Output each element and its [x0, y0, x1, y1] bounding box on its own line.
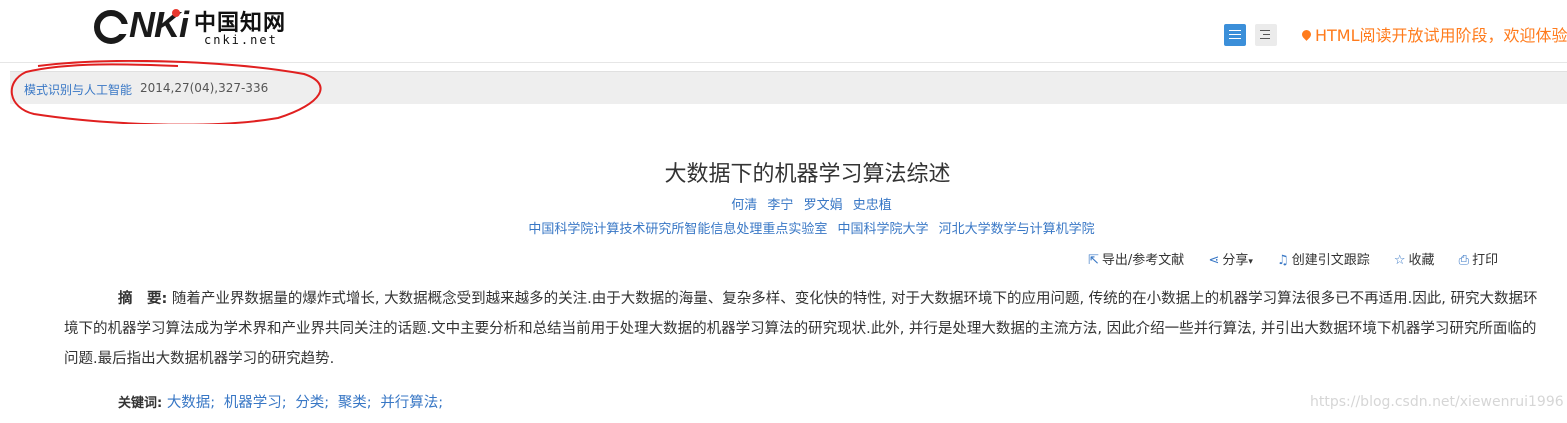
track-label: 创建引文跟踪	[1291, 253, 1370, 268]
author-link[interactable]: 李宁	[767, 198, 793, 213]
print-label: 打印	[1472, 253, 1499, 268]
outline-view-button[interactable]	[1255, 24, 1277, 46]
outline-icon	[1260, 30, 1270, 31]
share-button[interactable]: ⋖ 分享▾	[1208, 249, 1252, 268]
list-icon	[1229, 30, 1241, 31]
keyword-link[interactable]: 分类;	[295, 395, 329, 411]
print-button[interactable]: ⎙ 打印	[1459, 249, 1498, 268]
journal-link[interactable]: 模式识别与人工智能	[24, 81, 132, 98]
author-link[interactable]: 何清	[731, 198, 757, 213]
location-pin-icon	[1300, 28, 1313, 41]
export-button[interactable]: ⇱ 导出/参考文献	[1088, 249, 1184, 268]
favorite-label: 收藏	[1408, 253, 1435, 268]
logo-dot	[172, 9, 180, 17]
logo-domain: cnki.net	[204, 33, 278, 47]
trial-notice: HTML阅读开放试用阶段，欢迎体验	[1300, 25, 1567, 47]
author-link[interactable]: 史忠植	[853, 198, 892, 213]
bell-icon: ♫	[1277, 253, 1289, 268]
share-label: 分享	[1222, 253, 1249, 268]
cnki-logo[interactable]: NKi 中国知网 cnki.net	[94, 3, 304, 49]
trial-notice-text: HTML阅读开放试用阶段，欢迎体验	[1315, 26, 1567, 45]
affiliation-link[interactable]: 中国科学院大学	[837, 222, 928, 237]
affiliation-list: 中国科学院计算技术研究所智能信息处理重点实验室 中国科学院大学 河北大学数学与计…	[28, 218, 1567, 237]
affiliation-link[interactable]: 中国科学院计算技术研究所智能信息处理重点实验室	[528, 222, 827, 237]
blog-watermark: https://blog.csdn.net/xiewenrui1996	[1310, 394, 1564, 410]
keywords: 关键词: 大数据; 机器学习; 分类; 聚类; 并行算法;	[118, 391, 447, 412]
export-label: 导出/参考文献	[1101, 253, 1185, 268]
favorite-button[interactable]: ☆ 收藏	[1394, 249, 1435, 268]
list-view-button[interactable]	[1224, 24, 1246, 46]
chevron-down-icon: ▾	[1248, 257, 1253, 267]
abstract-text: 随着产业界数据量的爆炸式增长, 大数据概念受到越来越多的关注.由于大数据的海量、…	[64, 291, 1538, 367]
abstract: 摘 要: 随着产业界数据量的爆炸式增长, 大数据概念受到越来越多的关注.由于大数…	[64, 284, 1544, 374]
article-toolbar: ⇱ 导出/参考文献 ⋖ 分享▾ ♫ 创建引文跟踪 ☆ 收藏 ⎙ 打印	[1088, 249, 1518, 269]
logo-c-mark	[94, 10, 129, 45]
abstract-label: 摘 要:	[118, 291, 168, 307]
keywords-label: 关键词:	[118, 396, 163, 411]
site-header: NKi 中国知网 cnki.net HTML阅读开放试用阶段，欢迎体验	[0, 0, 1567, 63]
affiliation-link[interactable]: 河北大学数学与计算机学院	[939, 222, 1095, 237]
keyword-link[interactable]: 机器学习;	[224, 395, 287, 411]
export-icon: ⇱	[1088, 253, 1099, 268]
author-link[interactable]: 罗文娟	[804, 198, 843, 213]
keyword-link[interactable]: 聚类;	[338, 395, 372, 411]
keyword-link[interactable]: 并行算法;	[380, 395, 443, 411]
article-title: 大数据下的机器学习算法综述	[664, 162, 951, 187]
keyword-link[interactable]: 大数据;	[167, 395, 215, 411]
star-icon: ☆	[1393, 253, 1406, 268]
track-citation-button[interactable]: ♫ 创建引文跟踪	[1277, 249, 1370, 268]
journal-info-bar: 模式识别与人工智能 2014,27(04),327-336	[10, 71, 1567, 104]
author-list: 何清 李宁 罗文娟 史忠植	[28, 194, 1567, 213]
share-icon: ⋖	[1208, 253, 1220, 268]
printer-icon: ⎙	[1458, 253, 1470, 268]
issue-info: 2014,27(04),327-336	[140, 81, 269, 95]
